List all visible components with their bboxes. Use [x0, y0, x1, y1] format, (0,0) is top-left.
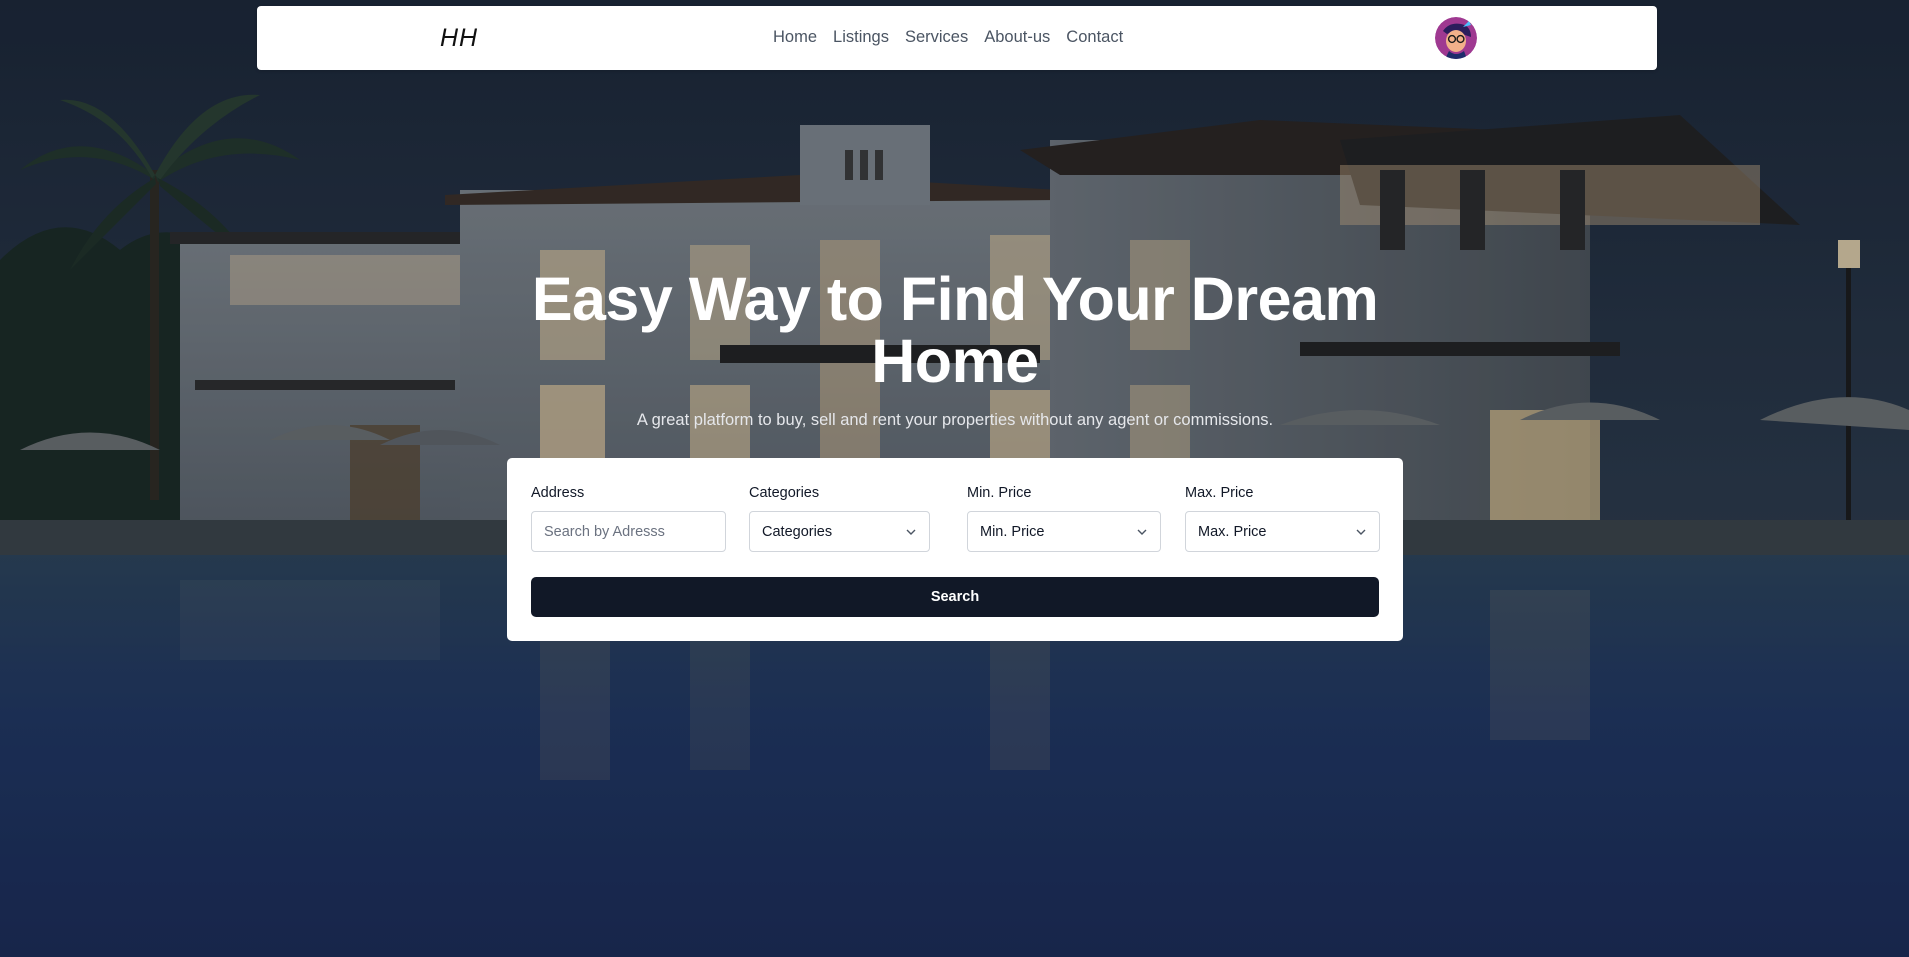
search-button[interactable]: Search	[531, 577, 1379, 617]
max-price-label: Max. Price	[1185, 485, 1254, 501]
user-avatar-icon[interactable]	[1435, 17, 1477, 59]
categories-select-value: Categories	[762, 523, 833, 540]
address-label: Address	[531, 485, 585, 501]
nav-link-home[interactable]: Home	[773, 28, 817, 47]
nav-link-services[interactable]: Services	[905, 28, 968, 47]
min-price-field-group: Min. Price Min. Price	[967, 485, 1161, 552]
nav-link-contact[interactable]: Contact	[1066, 28, 1123, 47]
hero-headline: Easy Way to Find Your Dream Home	[531, 265, 1379, 395]
search-card: Address Categories Categories Min. Price…	[507, 458, 1403, 641]
categories-label: Categories	[749, 485, 820, 501]
nav-link-about-us[interactable]: About-us	[984, 28, 1050, 47]
max-price-field-group: Max. Price Max. Price	[1185, 485, 1380, 552]
chevron-down-icon	[1137, 529, 1147, 535]
chevron-down-icon	[906, 529, 916, 535]
chevron-down-icon	[1356, 529, 1366, 535]
hero-section: HH Home Listings Services About-us Conta…	[0, 0, 1909, 957]
categories-field-group: Categories Categories	[749, 485, 930, 552]
min-price-label: Min. Price	[967, 485, 1032, 501]
hero-subheadline: A great platform to buy, sell and rent y…	[636, 411, 1274, 429]
address-search-input[interactable]	[531, 511, 726, 552]
max-price-select-value: Max. Price	[1198, 523, 1267, 540]
nav-link-listings[interactable]: Listings	[833, 28, 889, 47]
address-field-group: Address	[531, 485, 726, 552]
site-logo[interactable]: HH	[440, 24, 478, 53]
nav-links: Home Listings Services About-us Contact	[773, 28, 1139, 47]
navbar: HH Home Listings Services About-us Conta…	[257, 6, 1657, 70]
min-price-select-value: Min. Price	[980, 523, 1045, 540]
categories-select[interactable]: Categories	[749, 511, 930, 552]
max-price-select[interactable]: Max. Price	[1185, 511, 1380, 552]
min-price-select[interactable]: Min. Price	[967, 511, 1161, 552]
